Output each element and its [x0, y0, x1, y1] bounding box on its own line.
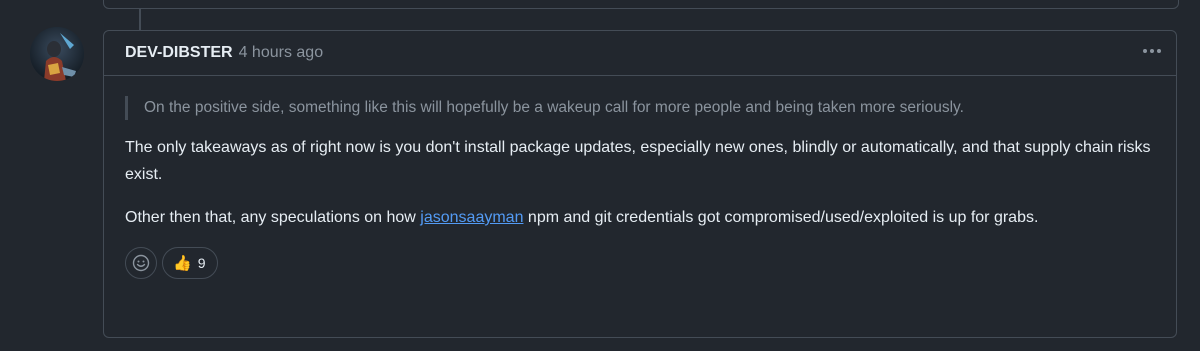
- comment-timestamp[interactable]: 4 hours ago: [239, 44, 324, 62]
- comment-body: On the positive side, something like thi…: [104, 76, 1176, 279]
- comment-paragraph: The only takeaways as of right now is yo…: [125, 139, 1151, 183]
- user-mention-link[interactable]: jasonsaayman: [420, 209, 523, 226]
- thumbs-up-icon: 👍: [173, 254, 192, 272]
- smiley-icon: [132, 254, 150, 272]
- author-name[interactable]: DEV-DIBSTER: [125, 44, 233, 62]
- previous-comment-box: [103, 0, 1179, 9]
- add-reaction-button[interactable]: [125, 247, 157, 279]
- blockquote: On the positive side, something like thi…: [125, 96, 1155, 120]
- avatar-image: [30, 27, 84, 81]
- timeline: DEV-DIBSTER 4 hours ago On the positive …: [0, 0, 1200, 351]
- comment-box: DEV-DIBSTER 4 hours ago On the positive …: [103, 30, 1177, 338]
- kebab-menu-icon[interactable]: [1140, 43, 1164, 59]
- reaction-count: 9: [197, 255, 206, 271]
- reaction-thumbs-up-button[interactable]: 👍 9: [162, 247, 219, 279]
- timeline-connector: [139, 8, 141, 30]
- reactions-bar: 👍 9: [125, 247, 1155, 279]
- paragraph-text: Other then that, any speculations on how: [125, 209, 421, 226]
- menu-dot: [1143, 49, 1147, 53]
- menu-dot: [1150, 49, 1154, 53]
- avatar[interactable]: [30, 27, 84, 81]
- menu-dot: [1157, 49, 1161, 53]
- comment-paragraph: Other then that, any speculations on how…: [125, 204, 1155, 231]
- paragraph-text: npm and git credentials got compromised/…: [523, 209, 1039, 226]
- comment-header: DEV-DIBSTER 4 hours ago: [104, 31, 1176, 76]
